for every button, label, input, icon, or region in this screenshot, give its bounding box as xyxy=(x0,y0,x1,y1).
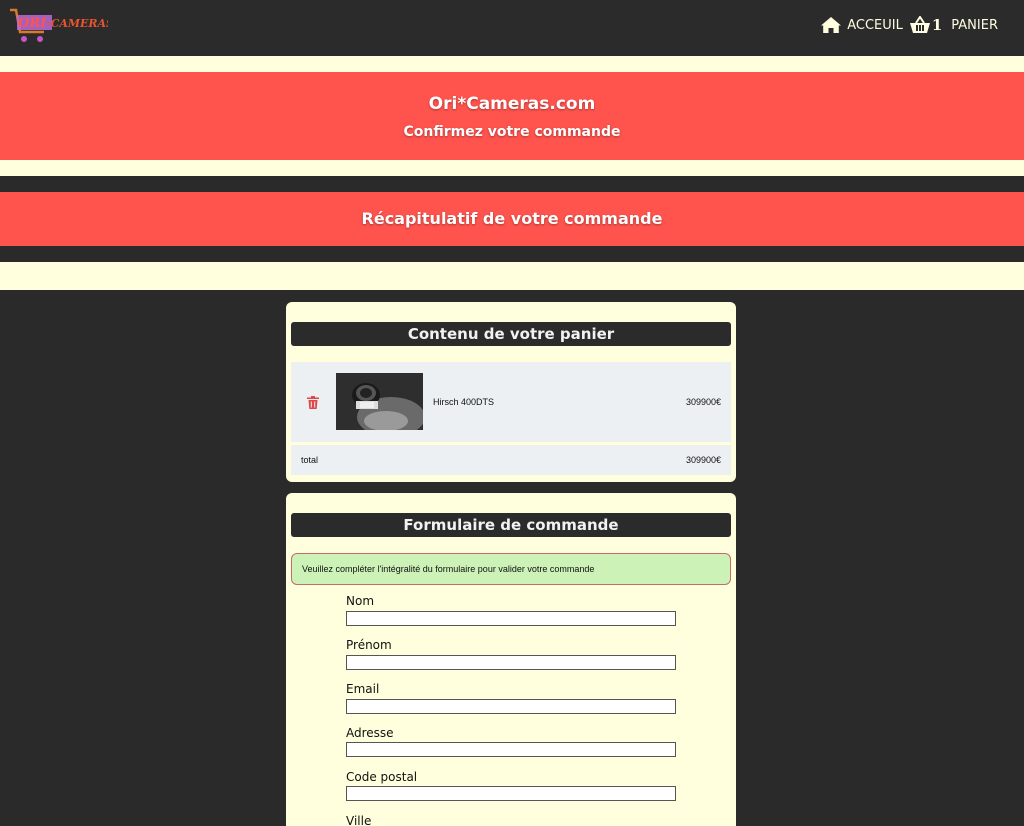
home-icon xyxy=(821,17,842,33)
prenom-input[interactable] xyxy=(346,655,676,670)
ville-label: Ville xyxy=(346,814,372,826)
hero-banner: Ori*Cameras.com Confirmez votre commande xyxy=(0,72,1024,160)
nom-input[interactable] xyxy=(346,611,676,626)
nav-home-link[interactable]: ACCEUIL xyxy=(820,16,903,34)
code-postal-label: Code postal xyxy=(346,770,418,784)
cart-item-name[interactable]: Hirsch 400DTS xyxy=(433,397,494,407)
adresse-label: Adresse xyxy=(346,726,394,740)
nav-cart-link[interactable]: 1 PANIER xyxy=(909,16,998,34)
prenom-label: Prénom xyxy=(346,638,392,652)
order-form-card: Formulaire de commande Veuillez compléte… xyxy=(286,493,736,826)
product-image[interactable] xyxy=(336,373,423,430)
trash-icon[interactable] xyxy=(307,396,319,409)
camera-lens-photo xyxy=(336,373,423,430)
nav-home-label: ACCEUIL xyxy=(847,17,903,33)
code-postal-input[interactable] xyxy=(346,786,676,801)
basket-icon xyxy=(909,16,930,33)
order-form-title: Formulaire de commande xyxy=(291,513,731,537)
cream-band xyxy=(0,160,1024,176)
logo[interactable]: ORI -CAMERAS xyxy=(8,6,114,46)
adresse-input[interactable] xyxy=(346,742,676,757)
recap-banner: Récapitulatif de votre commande xyxy=(0,192,1024,246)
cart-count-badge: 1 xyxy=(931,16,943,34)
main-nav: ACCEUIL 1 PANIER xyxy=(820,16,998,34)
site-name-heading: Ori*Cameras.com xyxy=(428,94,596,114)
cart-item-row: Hirsch 400DTS 309900€ xyxy=(291,362,731,442)
recap-title: Récapitulatif de votre commande xyxy=(361,209,663,228)
email-label: Email xyxy=(346,682,380,696)
hero-subtitle: Confirmez votre commande xyxy=(403,124,621,140)
email-input[interactable] xyxy=(346,699,676,714)
nom-label: Nom xyxy=(346,594,375,608)
form-notice: Veuillez compléter l'intégralité du form… xyxy=(291,553,731,585)
total-label: total xyxy=(301,455,319,465)
cart-item-price: 309900€ xyxy=(685,397,721,407)
site-header: ORI -CAMERAS ACCEUIL 1 PANIER xyxy=(0,0,1024,56)
cream-band xyxy=(0,262,1024,290)
svg-text:-CAMERAS: -CAMERAS xyxy=(46,17,108,30)
cart-logo-icon: ORI -CAMERAS xyxy=(10,8,114,42)
nav-cart-label: PANIER xyxy=(951,17,998,33)
svg-text:ORI: ORI xyxy=(18,16,47,31)
cart-total-row: total 309900€ xyxy=(291,445,731,475)
total-price: 309900€ xyxy=(685,455,721,465)
cart-card: Contenu de votre panier Hirsch 400DTS 30… xyxy=(286,302,736,482)
cart-card-title: Contenu de votre panier xyxy=(291,322,731,346)
